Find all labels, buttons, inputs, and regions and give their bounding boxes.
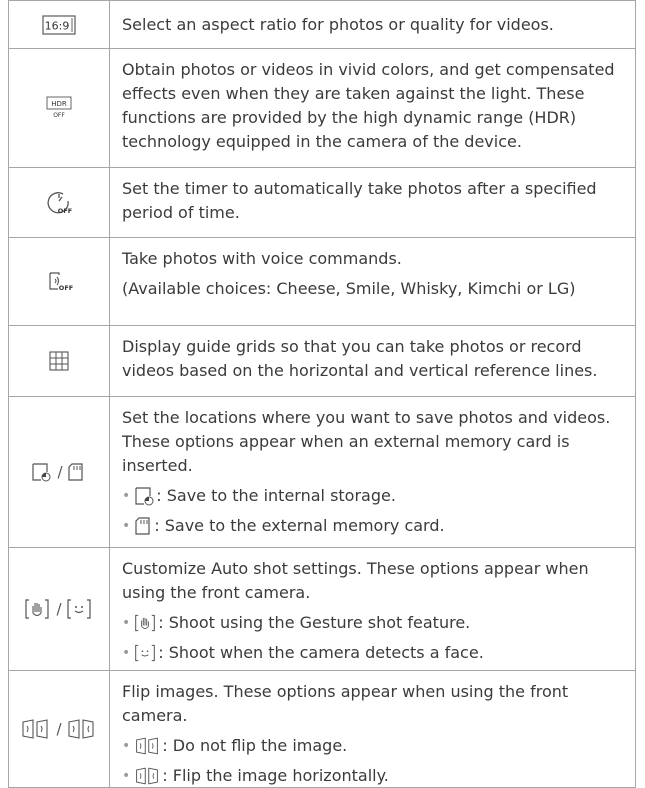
face-detect-icon (66, 598, 92, 620)
list-item: • : Shoot when the camera detects a face… (122, 641, 625, 665)
svg-text:OFF: OFF (59, 284, 73, 292)
bullet-dot: • (122, 645, 131, 661)
table-row: HDR OFF Obtain photos or videos in vivid… (8, 49, 636, 168)
table-row: Display guide grids so that you can take… (8, 326, 636, 397)
storage-icon: / (8, 397, 110, 547)
gesture-shot-icon (134, 613, 156, 633)
list-item: • : Do not flip the image. (122, 734, 625, 758)
voice-shutter-off-icon: OFF (8, 238, 110, 325)
separator: / (56, 600, 62, 618)
no-flip-icon (134, 736, 160, 756)
row-description: Select an aspect ratio for photos or qua… (110, 1, 636, 48)
grid-icon (8, 326, 110, 396)
svg-text:16:9: 16:9 (45, 19, 70, 32)
flip-icon: / (8, 671, 110, 787)
camera-settings-table: 16:9 Select an aspect ratio for photos o… (8, 0, 636, 788)
list-item: • : Shoot using the Gesture shot feature… (122, 611, 625, 635)
no-flip-icon (20, 718, 50, 740)
auto-shot-icon: / (8, 548, 110, 670)
list-item: • : Save to the external memory card. (122, 514, 625, 538)
row-description: Obtain photos or videos in vivid colors,… (110, 49, 636, 167)
row-description: Set the locations where you want to save… (110, 397, 636, 547)
face-detect-icon (134, 643, 156, 663)
internal-storage-icon (31, 462, 51, 482)
svg-text:OFF: OFF (53, 112, 65, 119)
flip-horizontal-icon (66, 718, 96, 740)
gesture-shot-icon (24, 598, 50, 620)
timer-off-icon: OFF (8, 168, 110, 237)
separator: / (57, 463, 63, 481)
table-row: OFF Take photos with voice commands. (Av… (8, 238, 636, 326)
row-description: Customize Auto shot settings. These opti… (110, 548, 636, 670)
row-description: Take photos with voice commands. (Availa… (110, 238, 636, 325)
row-description: Set the timer to automatically take phot… (110, 168, 636, 237)
table-row: / Customize Auto shot settings. These op… (8, 548, 636, 671)
svg-text:OFF: OFF (58, 207, 72, 215)
bullet-dot: • (122, 738, 131, 754)
flip-horizontal-icon (134, 766, 160, 786)
list-item: • : Flip the image horizontally. (122, 764, 625, 788)
sd-card-icon (134, 516, 152, 536)
internal-storage-icon (134, 486, 154, 506)
row-description: Display guide grids so that you can take… (110, 326, 636, 396)
separator: / (56, 720, 62, 738)
aspect-ratio-16-9-icon: 16:9 (8, 1, 110, 48)
list-item: • : Save to the internal storage. (122, 484, 625, 508)
sd-card-icon (67, 462, 85, 482)
table-row: / Flip images. These options appear when… (8, 671, 636, 788)
bullet-dot: • (122, 768, 131, 784)
table-row: OFF Set the timer to automatically take … (8, 168, 636, 238)
table-row: 16:9 Select an aspect ratio for photos o… (8, 1, 636, 49)
bullet-dot: • (122, 518, 131, 534)
bullet-dot: • (122, 615, 131, 631)
bullet-dot: • (122, 488, 131, 504)
table-row: / Set the locations where you want to sa… (8, 397, 636, 548)
hdr-off-icon: HDR OFF (8, 49, 110, 167)
row-description: Flip images. These options appear when u… (110, 671, 636, 787)
svg-text:HDR: HDR (51, 100, 67, 108)
